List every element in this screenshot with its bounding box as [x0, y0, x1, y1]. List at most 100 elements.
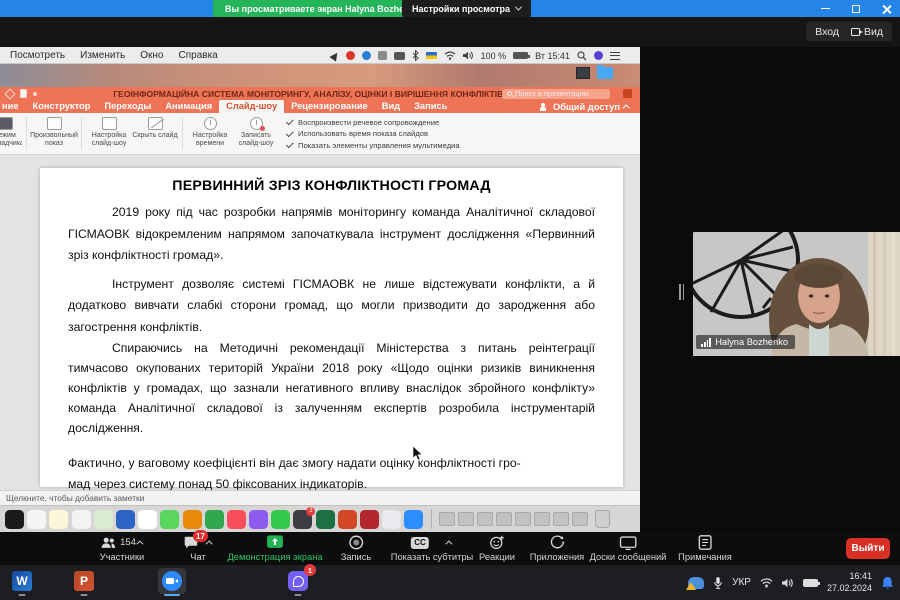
wifi-tray-icon[interactable] — [760, 578, 773, 588]
music-dock-icon[interactable] — [227, 510, 246, 529]
reminders-dock-icon[interactable] — [72, 510, 91, 529]
minimized-window-thumbnail[interactable] — [572, 512, 588, 526]
chevron-up-icon[interactable] — [445, 540, 452, 547]
reactions-button[interactable]: Реакции — [479, 534, 515, 562]
participants-button[interactable]: 154 Участники — [100, 534, 144, 562]
taskbar-word[interactable]: W — [8, 568, 36, 594]
tab-transitions[interactable]: Переходы — [97, 100, 158, 113]
app-status-icon[interactable] — [346, 51, 355, 60]
whiteboards-button[interactable]: Доски сообщений — [590, 534, 667, 562]
notes-dock-icon[interactable] — [49, 510, 68, 529]
notification-bell-icon[interactable] — [881, 576, 894, 590]
presentation-search-box[interactable]: Поиск в презентации — [502, 89, 610, 100]
rehearse-timings-button[interactable]: Настройка времени — [187, 113, 233, 154]
minimized-window-thumbnail[interactable] — [439, 512, 455, 526]
tab-review[interactable]: Рецензирование — [284, 100, 375, 113]
taskbar-zoom[interactable] — [158, 568, 186, 594]
mac-clock[interactable]: Вт 15:41 — [535, 51, 570, 61]
microphone-icon[interactable] — [713, 576, 723, 590]
hide-slide-button[interactable]: Скрыть слайд — [132, 113, 178, 154]
tab-slideshow[interactable]: Слайд-шоу — [219, 100, 284, 113]
volume-tray-icon[interactable] — [782, 578, 794, 588]
display-icon[interactable] — [394, 52, 405, 60]
menu-help[interactable]: Справка — [179, 50, 218, 61]
trash-icon[interactable] — [595, 510, 610, 528]
apps-button[interactable]: Приложения — [530, 534, 584, 562]
minimized-window-thumbnail[interactable] — [534, 512, 550, 526]
view-settings-dropdown[interactable]: Настройки просмотра — [402, 0, 531, 17]
keynote-dock-icon[interactable] — [183, 510, 202, 529]
chevron-up-icon[interactable] — [206, 540, 213, 547]
acrobat-dock-icon[interactable] — [360, 510, 379, 529]
siri-icon[interactable] — [594, 51, 603, 60]
leave-meeting-button[interactable]: Выйти — [846, 538, 890, 559]
minimized-window-thumbnail[interactable] — [477, 512, 493, 526]
bluetooth-icon[interactable] — [412, 50, 419, 61]
menu-window[interactable]: Окно — [140, 50, 163, 61]
tab-record[interactable]: Запись — [407, 100, 454, 113]
facetime-dock-icon[interactable] — [271, 510, 290, 529]
menu-view[interactable]: Посмотреть — [10, 50, 65, 61]
notes-placeholder-bar[interactable]: Щелкните, чтобы добавить заметки — [0, 490, 640, 505]
maps-dock-icon[interactable] — [94, 510, 113, 529]
messages-dock-icon[interactable] — [160, 510, 179, 529]
numbers-dock-icon[interactable] — [205, 510, 224, 529]
photos-dock-icon[interactable] — [138, 510, 157, 529]
word-dock-icon[interactable] — [116, 510, 135, 529]
volume-icon[interactable] — [463, 51, 474, 60]
minimized-window-thumbnail[interactable] — [496, 512, 512, 526]
printer-icon[interactable] — [378, 51, 387, 60]
appletv-dock-icon[interactable] — [5, 510, 24, 529]
tab-view[interactable]: Вид — [375, 100, 407, 113]
spotlight-search-icon[interactable] — [577, 51, 587, 61]
wifi-icon[interactable] — [444, 51, 456, 60]
setup-slideshow-button[interactable]: Настройка слайд-шоу — [86, 113, 132, 154]
minimized-window-thumbnail[interactable] — [458, 512, 474, 526]
panel-drag-handle[interactable] — [679, 284, 687, 300]
participant-video[interactable]: Halyna Bozhenko — [693, 232, 900, 356]
chat-button[interactable]: 17 Чат — [183, 534, 213, 562]
garageband-dock-icon[interactable]: 3 — [293, 510, 312, 529]
tab-drawing-partial[interactable]: ние — [0, 100, 26, 113]
menu-edit[interactable]: Изменить — [80, 50, 125, 61]
minimize-icon[interactable] — [821, 8, 830, 10]
checkbox-play-narrations[interactable]: Воспроизвести речевое сопровождение — [287, 118, 460, 127]
preview-dock-icon[interactable] — [382, 510, 401, 529]
tab-animations[interactable]: Анимация — [158, 100, 219, 113]
captions-button[interactable]: CC Показать субтитры — [391, 534, 473, 562]
powerpoint-dock-icon[interactable] — [338, 510, 357, 529]
share-access-button[interactable]: Общий доступ — [540, 100, 630, 113]
teamviewer-icon[interactable] — [362, 51, 371, 60]
excel-dock-icon[interactable] — [316, 510, 335, 529]
slide-canvas[interactable]: ПЕРВИННИЙ ЗРІЗ КОНФЛІКТНОСТІ ГРОМАД 2019… — [40, 168, 623, 487]
control-center-icon[interactable] — [610, 52, 620, 60]
account-icon[interactable] — [623, 89, 632, 98]
record-button[interactable]: Запись — [341, 534, 372, 562]
weather-icon[interactable] — [688, 577, 704, 589]
custom-show-button[interactable]: Произвольный показ — [31, 113, 77, 154]
taskbar-viber[interactable]: 1 — [284, 568, 312, 594]
record-slideshow-button[interactable]: Записать слайд-шоу — [233, 113, 279, 154]
share-screen-button[interactable]: Демонстрация экрана — [227, 534, 322, 562]
ukraine-flag-icon[interactable] — [426, 52, 437, 59]
zoom-app-dock-icon[interactable] — [404, 510, 423, 529]
notes-button[interactable]: Примечания — [678, 534, 732, 562]
view-button[interactable]: Вид — [842, 22, 892, 41]
battery-tray-icon[interactable] — [803, 579, 818, 587]
tab-design[interactable]: Конструктор — [26, 100, 98, 113]
chevron-up-icon[interactable] — [136, 540, 143, 547]
taskbar-powerpoint[interactable]: P — [70, 568, 98, 594]
close-icon[interactable] — [882, 4, 892, 14]
minimized-window-thumbnail[interactable] — [553, 512, 569, 526]
checkbox-show-media-controls[interactable]: Показать элементы управления мультимедиа — [287, 141, 460, 150]
presenter-mode-button[interactable]: Режим докладчика — [0, 113, 22, 154]
desktop-folder-icon[interactable] — [597, 67, 613, 79]
taskbar-clock[interactable]: 16:41 27.02.2024 — [827, 571, 872, 594]
calendar-dock-icon[interactable] — [27, 510, 46, 529]
minimized-window-thumbnail[interactable] — [515, 512, 531, 526]
checkbox-use-timings[interactable]: Использовать время показа слайдов — [287, 129, 460, 138]
desktop-file-icon[interactable] — [576, 67, 590, 79]
podcasts-dock-icon[interactable] — [249, 510, 268, 529]
language-indicator[interactable]: УКР — [732, 577, 751, 588]
maximize-icon[interactable] — [852, 5, 860, 13]
